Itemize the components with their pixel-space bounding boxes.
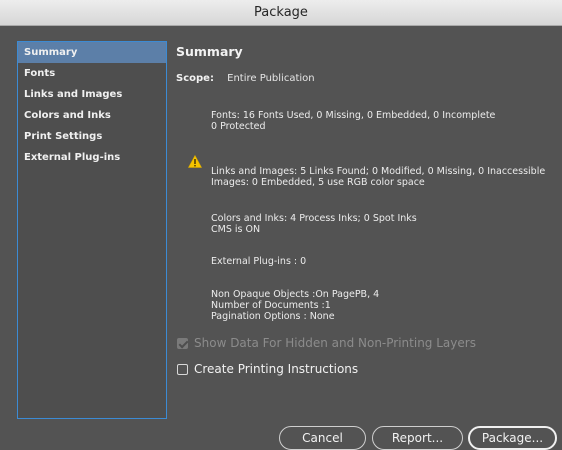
misc-summary-line: Non Opaque Objects :On PagePB, 4 (211, 289, 380, 300)
scope-label: Scope: (176, 73, 214, 84)
window-title: Package (254, 5, 308, 20)
links-summary-line: Images: 0 Embedded, 5 use RGB color spac… (211, 177, 425, 188)
misc-summary-line: Pagination Options : None (211, 311, 335, 322)
scope-row: Scope: Entire Publication (176, 73, 315, 84)
checkmark-icon (178, 338, 189, 348)
show-hidden-layers-option: Show Data For Hidden and Non-Printing La… (177, 336, 476, 350)
show-hidden-layers-checkbox[interactable] (177, 337, 189, 349)
printing-instructions-label[interactable]: Create Printing Instructions (194, 362, 358, 376)
fonts-summary-line: Fonts: 16 Fonts Used, 0 Missing, 0 Embed… (211, 110, 496, 121)
colors-summary: Colors and Inks: 4 Process Inks; 0 Spot … (211, 213, 417, 235)
sidebar-item-links-and-images[interactable]: Links and Images (18, 84, 166, 105)
package-button[interactable]: Package... (468, 426, 557, 450)
misc-summary-line: Number of Documents :1 (211, 300, 331, 311)
colors-summary-line: Colors and Inks: 4 Process Inks; 0 Spot … (211, 213, 417, 224)
printing-instructions-checkbox[interactable] (177, 363, 188, 375)
warning-triangle-icon (188, 155, 202, 168)
scope-value: Entire Publication (227, 73, 315, 84)
sidebar-item-summary[interactable]: Summary (18, 42, 166, 63)
printing-instructions-option: Create Printing Instructions (177, 362, 358, 376)
colors-summary-line: CMS is ON (211, 224, 261, 235)
plugins-summary-line: External Plug-ins : 0 (211, 256, 307, 267)
report-button[interactable]: Report... (372, 426, 463, 450)
window-titlebar: Package (0, 0, 562, 26)
cancel-button[interactable]: Cancel (279, 426, 366, 450)
page-title: Summary (176, 44, 243, 59)
misc-summary: Non Opaque Objects :On PagePB, 4 Number … (211, 289, 379, 322)
plugins-summary: External Plug-ins : 0 (211, 256, 306, 267)
links-summary: Links and Images: 5 Links Found; 0 Modif… (211, 166, 545, 188)
sidebar-item-print-settings[interactable]: Print Settings (18, 126, 166, 147)
fonts-summary: Fonts: 16 Fonts Used, 0 Missing, 0 Embed… (211, 110, 495, 132)
sidebar-item-external-plug-ins[interactable]: External Plug-ins (18, 147, 166, 168)
sidebar-list: Summary Fonts Links and Images Colors an… (17, 41, 167, 419)
fonts-summary-line: 0 Protected (211, 121, 266, 132)
sidebar-item-colors-and-inks[interactable]: Colors and Inks (18, 105, 166, 126)
show-hidden-layers-label: Show Data For Hidden and Non-Printing La… (194, 336, 476, 350)
sidebar-item-fonts[interactable]: Fonts (18, 63, 166, 84)
links-summary-line: Links and Images: 5 Links Found; 0 Modif… (211, 166, 546, 177)
